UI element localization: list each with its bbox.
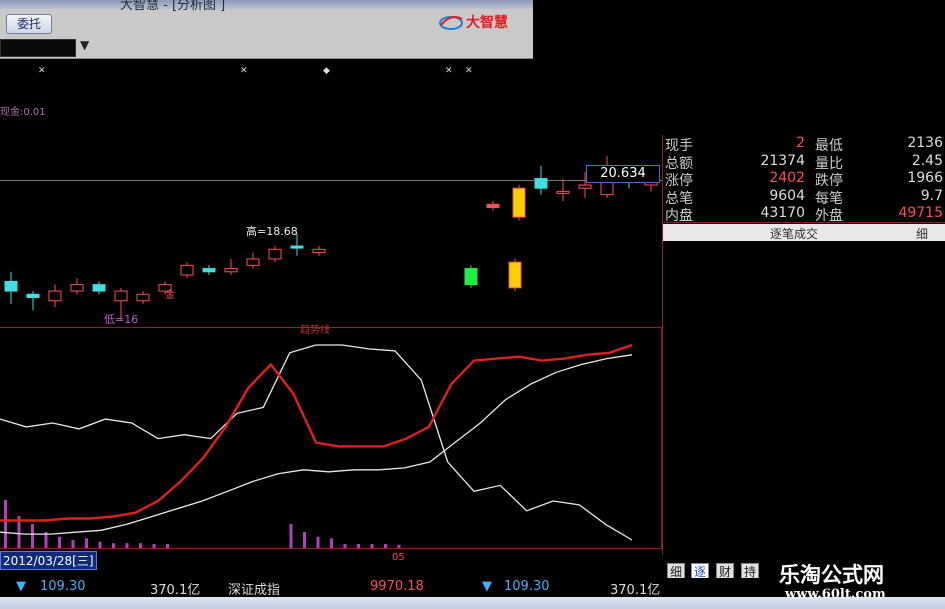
ticks-title: 逐笔成交	[770, 227, 819, 241]
down-arrow-icon: ▼	[16, 579, 26, 594]
volume-bar	[384, 544, 387, 548]
index-amount: 370.1亿	[610, 583, 661, 598]
ticks-detail-button[interactable]: 细	[916, 225, 928, 242]
index-change: 109.30	[504, 579, 550, 594]
indicator-chart	[0, 343, 633, 548]
volume-bar	[71, 540, 75, 548]
quote-value: 43170	[760, 205, 805, 221]
indicator-line-red	[0, 343, 633, 522]
volume-bar	[139, 543, 142, 548]
quote-value: 49715	[898, 205, 943, 221]
quote-row: 总额 21374 量比 2.45	[665, 153, 945, 172]
quote-value: 2.45	[911, 152, 943, 169]
watermark-title: 乐淘公式网	[779, 563, 884, 587]
volume-bar	[303, 532, 306, 548]
quote-row: 现手 2 最低 2136	[665, 135, 945, 154]
quote-value: 21374	[760, 152, 805, 169]
volume-bar	[98, 541, 102, 548]
volume-bar	[152, 544, 156, 548]
volume-bar	[370, 544, 374, 548]
quote-value: 9.7	[920, 187, 943, 204]
watermark-url: www.60lt.com	[785, 587, 886, 602]
down-arrow-icon: ▼	[482, 579, 492, 594]
quote-value: 9604	[769, 187, 805, 204]
volume-bar	[397, 544, 401, 548]
volume-bar	[4, 500, 7, 548]
index-change: 109.30	[40, 579, 86, 594]
volume-bar	[85, 538, 88, 548]
volume-bar	[316, 536, 320, 548]
quote-row: 涨停 2402 跌停 1966	[665, 170, 945, 189]
quote-value: 2402	[769, 170, 805, 186]
volume-bar	[166, 544, 169, 548]
bar-label: 05	[392, 552, 405, 563]
quote-value: 2136	[907, 135, 943, 151]
volume-bar	[357, 544, 360, 548]
quote-value: 1966	[907, 170, 943, 186]
volume-bar	[289, 524, 293, 548]
volume-bar	[31, 524, 34, 548]
quote-row: 总笔 9604 每笔 9.7	[665, 188, 945, 207]
volume-bar	[58, 536, 61, 548]
volume-bar	[112, 543, 115, 548]
volume-bar	[343, 544, 347, 548]
divider	[663, 222, 945, 223]
volume-bar	[125, 543, 129, 548]
index-name[interactable]: 深证成指	[228, 579, 280, 598]
date-label: 2012/03/28[三]	[0, 551, 97, 570]
index-value: 9970.18	[370, 579, 424, 594]
quote-table: 现手 2 最低 2136 总额 21374 量比 2.45 涨停 2402 跌停 1966 总笔 9604…	[663, 135, 945, 225]
volume-bar	[330, 538, 333, 548]
quote-value: 2	[796, 135, 805, 151]
index-amount: 370.1亿	[150, 583, 201, 598]
